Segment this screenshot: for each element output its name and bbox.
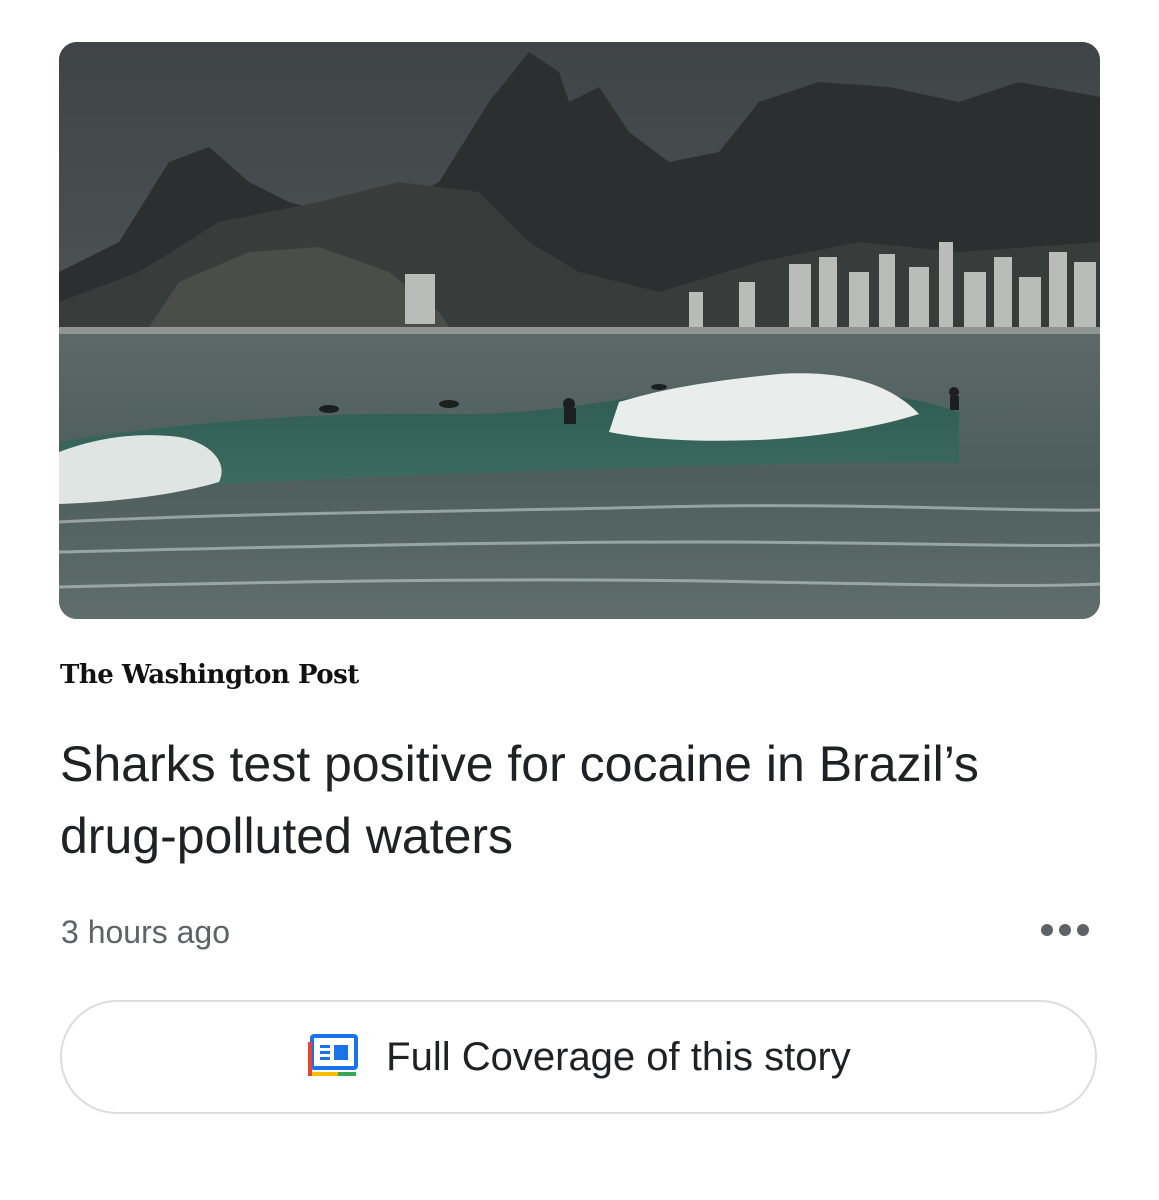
more-horizontal-icon (1041, 924, 1053, 936)
more-horizontal-icon (1077, 924, 1089, 936)
article-headline[interactable]: Sharks test positive for cocaine in Braz… (60, 728, 1060, 872)
news-card: The Washington Post Sharks test positive… (0, 0, 1159, 1200)
more-horizontal-icon (1059, 924, 1071, 936)
full-coverage-icon (306, 1034, 359, 1080)
article-photo (59, 42, 1100, 619)
publisher-name[interactable]: The Washington Post (60, 655, 359, 695)
full-coverage-label: Full Coverage of this story (386, 1035, 851, 1079)
article-timestamp: 3 hours ago (61, 914, 231, 950)
more-options-button[interactable] (1030, 910, 1100, 950)
article-image[interactable] (59, 42, 1100, 619)
full-coverage-button[interactable]: Full Coverage of this story (60, 1000, 1097, 1114)
